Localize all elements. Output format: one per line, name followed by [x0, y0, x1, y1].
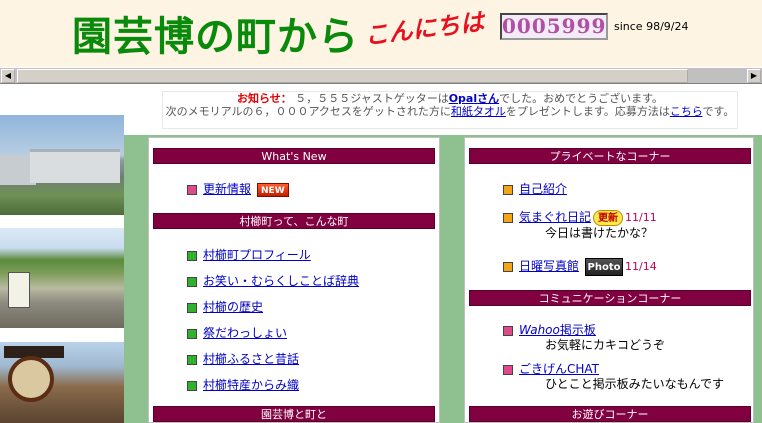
festival-link[interactable]: 祭だわっしょい	[203, 326, 287, 340]
notice-label: お知らせ：	[236, 92, 292, 105]
greeting-text: こんにちは	[363, 7, 486, 51]
photo-building	[0, 115, 124, 215]
photo-building-main	[30, 149, 120, 183]
wahoo-bbs-link-italic[interactable]: Wahoo	[519, 323, 560, 337]
wahoo-bbs-link[interactable]: 掲示板	[560, 323, 596, 337]
section-communication: コミュニケーションコーナー	[469, 290, 751, 306]
folktales-link[interactable]: 村櫛ふるさと昔話	[203, 352, 299, 366]
section-private: プライベートなコーナー	[469, 148, 751, 164]
notice-text-2b: をプレゼントします。応募方法は	[505, 105, 670, 118]
bullet-icon	[503, 364, 513, 375]
notice-text-1b: でした。おめでとうございます。	[499, 92, 664, 105]
bullet-icon	[187, 276, 197, 287]
list-item-history: 村櫛の歴史	[187, 298, 263, 315]
photo-festival	[0, 342, 124, 423]
photo-field-sign	[8, 272, 30, 308]
bullet-icon	[187, 380, 197, 391]
notice-line-1: お知らせ： ５，５５５ジャストゲッターはOpalさんでした。おめでとうございます…	[163, 92, 737, 105]
notice-text-2a: 次のメモリアルの６，０００アクセスをゲットされた方に	[165, 105, 451, 118]
washi-towel-link[interactable]: 和紙タオル	[451, 105, 506, 118]
since-date: since 98/9/24	[614, 20, 689, 33]
photo-festival-drum	[8, 356, 54, 402]
bullet-icon	[187, 250, 197, 261]
chat-link[interactable]: ごきげんCHAT	[519, 362, 599, 376]
right-column: プライベートなコーナー 自己紹介 気まぐれ日記 更新 11/11 今日は書けたかな？…	[464, 137, 754, 423]
section-expo: 園芸博と町と	[153, 406, 435, 422]
section-town: 村櫛町って、こんな町	[153, 213, 435, 229]
karami-weave-link[interactable]: 村櫛特産からみ織	[203, 378, 299, 392]
new-badge-icon: NEW	[257, 182, 289, 197]
diary-date: 11/11	[625, 211, 657, 224]
list-item-karami-weave: 村櫛特産からみ織	[187, 376, 299, 393]
list-item-town-profile: 村櫛町プロフィール	[187, 246, 311, 263]
bullet-icon	[503, 184, 513, 195]
photo-gallery-link[interactable]: 日曜写真館	[519, 259, 579, 273]
section-games: お遊びコーナー	[469, 406, 751, 422]
bbs-subtext: お気軽にカキコどうぞ	[545, 338, 666, 352]
notice-text-1a: ５，５５５ジャストゲッターは	[295, 92, 449, 105]
photo-flower-field	[0, 228, 124, 328]
bullet-icon	[503, 212, 513, 223]
bullet-icon	[187, 302, 197, 313]
notice-text-2c: です。	[702, 105, 735, 118]
town-profile-link[interactable]: 村櫛町プロフィール	[203, 248, 311, 262]
opal-link[interactable]: Opalさん	[449, 92, 499, 105]
scroll-right-arrow-icon[interactable]: ▶	[747, 69, 761, 83]
list-item-diary: 気まぐれ日記 更新 11/11	[503, 208, 657, 226]
bullet-icon	[503, 261, 513, 272]
photo-badge-icon: Photo	[585, 257, 624, 276]
main-frame: お知らせ： ５，５５５ジャストゲッターはOpalさんでした。おめでとうございます…	[124, 85, 762, 423]
list-item-festival: 祭だわっしょい	[187, 324, 287, 341]
list-item-dialect: お笑い・むらくしことば辞典	[187, 272, 359, 289]
bullet-icon	[187, 184, 197, 195]
access-counter: 0005999	[500, 13, 608, 40]
diary-link[interactable]: 気まぐれ日記	[519, 210, 591, 224]
notice-area: お知らせ： ５，５５５ジャストゲッターはOpalさんでした。おめでとうございます…	[124, 85, 762, 135]
scroll-left-arrow-icon[interactable]: ◀	[1, 69, 15, 83]
bullet-icon	[187, 354, 197, 365]
horizontal-scrollbar[interactable]: ◀ ▶	[0, 67, 762, 84]
photo-frame	[0, 85, 124, 423]
photo-date: 11/14	[625, 260, 657, 273]
bullet-icon	[187, 328, 197, 339]
diary-subtext: 今日は書けたかな？	[545, 226, 654, 240]
list-item-whats-new: 更新情報 NEW	[187, 180, 289, 197]
header-frame: 園芸博の町から こんにちは 0005999 since 98/9/24	[0, 0, 762, 67]
self-intro-link[interactable]: 自己紹介	[519, 182, 567, 196]
list-item-folktales: 村櫛ふるさと昔話	[187, 350, 299, 367]
list-item-photo-gallery: 日曜写真館 Photo 11/14	[503, 257, 657, 276]
list-item-self-intro: 自己紹介	[503, 180, 567, 197]
section-whats-new: What's New	[153, 148, 435, 164]
application-link[interactable]: こちら	[670, 105, 703, 118]
bullet-icon	[503, 325, 513, 336]
notice-line-2: 次のメモリアルの６，０００アクセスをゲットされた方に和紙タオルをプレゼントします…	[163, 105, 737, 118]
notice-box: お知らせ： ５，５５５ジャストゲッターはOpalさんでした。おめでとうございます…	[162, 91, 738, 129]
update-info-link[interactable]: 更新情報	[203, 182, 251, 196]
left-column: What's New 更新情報 NEW 村櫛町って、こんな町 村櫛町プロフィール …	[148, 137, 440, 423]
site-title: 園芸博の町から	[72, 14, 359, 60]
dialect-dictionary-link[interactable]: お笑い・むらくしことば辞典	[203, 274, 359, 288]
chat-subtext: ひとこと掲示板みたいなもんです	[545, 377, 725, 391]
history-link[interactable]: 村櫛の歴史	[203, 300, 263, 314]
scrollbar-thumb[interactable]	[17, 69, 688, 83]
